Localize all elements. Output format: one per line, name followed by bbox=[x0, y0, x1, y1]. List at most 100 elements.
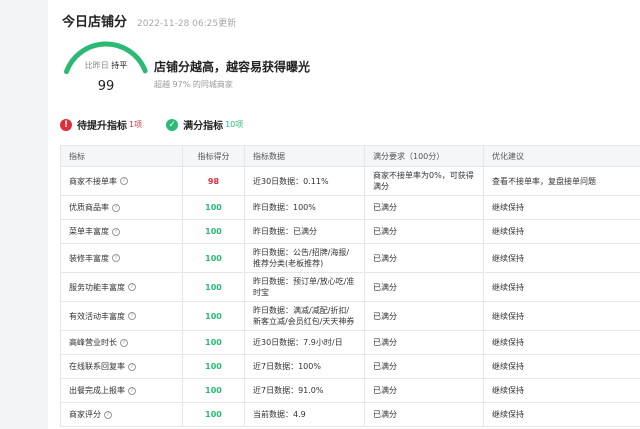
full-score-requirement: 已满分 bbox=[364, 402, 484, 427]
table-row: 高峰营业时长? 100 近30日数据：7.9小时/日 已满分 继续保持 bbox=[60, 330, 640, 355]
indicator-score: 100 bbox=[182, 243, 245, 273]
table-row: 装修丰富度? 100 昨日数据：公告/招牌/海报/推荐分类(老板推荐) 已满分 继续保持 bbox=[60, 243, 640, 273]
indicator-data: 昨日数据：已满分 bbox=[244, 219, 365, 244]
optimization-advice: 继续保持 bbox=[483, 354, 640, 379]
optimization-advice: 继续保持 bbox=[483, 402, 640, 427]
indicator-data: 近30日数据：7.9小时/日 bbox=[244, 330, 365, 355]
col-header-score: 指标得分 bbox=[182, 145, 245, 167]
indicator-data: 昨日数据：公告/招牌/海报/推荐分类(老板推荐) bbox=[244, 243, 365, 273]
indicator-data: 近30日数据：0.11% bbox=[244, 166, 365, 196]
table-row: 在线联系回复率? 100 近7日数据：100% 已满分 继续保持 bbox=[60, 354, 640, 379]
indicator-name: 装修丰富度 bbox=[69, 253, 109, 263]
col-header-advice: 优化建议 bbox=[483, 145, 640, 167]
help-icon[interactable]: ? bbox=[104, 410, 112, 419]
full-score-requirement: 商家不接单率为0%，可获得满分 bbox=[364, 166, 484, 196]
exclamation-icon: ! bbox=[60, 118, 72, 131]
full-score-requirement: 已满分 bbox=[364, 354, 484, 379]
optimization-advice: 继续保持 bbox=[483, 243, 640, 273]
full-score-requirement: 已满分 bbox=[364, 272, 484, 302]
help-icon[interactable]: ? bbox=[112, 227, 120, 236]
col-header-data: 指标数据 bbox=[244, 145, 365, 167]
help-icon[interactable]: ? bbox=[128, 283, 136, 291]
optimization-advice: 继续保持 bbox=[483, 301, 640, 331]
full-score-requirement: 已满分 bbox=[364, 330, 484, 355]
indicator-data: 近7日数据：91.0% bbox=[244, 378, 365, 403]
summary-headline: 店铺分越高，越容易获得曝光 bbox=[154, 60, 311, 74]
optimization-advice: 继续保持 bbox=[483, 219, 640, 244]
gauge-compare-prefix: 比昨日 bbox=[84, 61, 109, 70]
col-header-indicator: 指标 bbox=[60, 145, 183, 167]
help-icon[interactable]: ? bbox=[120, 177, 128, 185]
table-row: 商家不接单率? 98 近30日数据：0.11% 商家不接单率为0%，可获得满分 查看不接… bbox=[60, 166, 640, 196]
indicator-data: 昨日数据：100% bbox=[244, 195, 365, 220]
indicator-name: 在线联系回复率 bbox=[69, 362, 125, 371]
full-tag[interactable]: ✓ 满分指标 10项 bbox=[166, 117, 243, 132]
indicator-name-cell: 有效活动丰富度? bbox=[60, 301, 183, 331]
indicator-name: 商家评分 bbox=[69, 410, 101, 419]
gauge-score: 99 bbox=[97, 79, 115, 94]
indicator-score: 100 bbox=[182, 195, 245, 220]
help-icon[interactable]: ? bbox=[120, 338, 128, 347]
table-row: 有效活动丰富度? 100 昨日数据：满减/减配/折扣/新客立减/会员红包/天天神券已… bbox=[60, 301, 640, 331]
help-icon[interactable]: ? bbox=[128, 312, 136, 320]
indicator-score: 100 bbox=[182, 402, 245, 427]
indicator-name-cell: 在线联系回复率? bbox=[60, 354, 183, 379]
summary-subline: 超越 97% 的同城商家 bbox=[154, 80, 233, 89]
indicator-name-cell: 菜单丰富度? bbox=[60, 219, 183, 244]
optimization-advice: 继续保持 bbox=[483, 195, 640, 220]
indicator-data: 昨日数据：满减/减配/折扣/新客立减/会员红包/天天神券 bbox=[244, 301, 365, 331]
indicator-name: 有效活动丰富度 bbox=[69, 311, 125, 321]
indicator-score: 100 bbox=[182, 272, 245, 302]
full-score-requirement: 已满分 bbox=[364, 195, 484, 220]
improve-tag[interactable]: ! 待提升指标 1项 bbox=[60, 117, 142, 132]
full-label: 满分指标 bbox=[183, 121, 224, 132]
indicator-name-cell: 商家不接单率? bbox=[60, 166, 183, 196]
help-icon[interactable]: ? bbox=[112, 254, 120, 262]
page-title: 今日店铺分 bbox=[62, 15, 128, 30]
store-score-card: 今日店铺分 2022-11-28 06:25更新 比昨日 持平 99 店铺分越高… bbox=[48, 0, 640, 429]
full-score-requirement: 已满分 bbox=[364, 301, 484, 331]
col-header-requirement: 满分要求（100分） bbox=[364, 145, 484, 167]
table-body: 商家不接单率? 98 近30日数据：0.11% 商家不接单率为0%，可获得满分 查看不接… bbox=[60, 166, 640, 427]
indicator-score: 100 bbox=[182, 354, 245, 379]
indicator-data: 近7日数据：100% bbox=[244, 354, 365, 379]
table-row: 优质商品率? 100 昨日数据：100% 已满分 继续保持 bbox=[60, 195, 640, 220]
indicator-name-cell: 商家评分? bbox=[60, 402, 183, 427]
full-score-requirement: 已满分 bbox=[364, 219, 484, 244]
indicator-table: 指标 指标得分 指标数据 满分要求（100分） 优化建议 商家不接单率? 98 近3… bbox=[60, 145, 640, 427]
gauge-compare: 比昨日 持平 bbox=[58, 60, 154, 71]
indicator-score: 100 bbox=[182, 301, 245, 331]
optimization-advice: 继续保持 bbox=[483, 378, 640, 403]
optimization-advice: 查看不接单率，复盘接单问题 bbox=[483, 166, 640, 196]
indicator-name-cell: 出餐完成上报率? bbox=[60, 378, 183, 403]
indicator-score: 100 bbox=[182, 219, 245, 244]
improve-label: 待提升指标 bbox=[77, 121, 127, 132]
indicator-name-cell: 高峰营业时长? bbox=[60, 330, 183, 355]
help-icon[interactable]: ? bbox=[112, 203, 120, 212]
indicator-tags: ! 待提升指标 1项 ✓ 满分指标 10项 bbox=[60, 117, 267, 132]
table-row: 商家评分? 100 当前数据：4.9 已满分 继续保持 bbox=[60, 402, 640, 427]
table-row: 菜单丰富度? 100 昨日数据：已满分 已满分 继续保持 bbox=[60, 219, 640, 244]
indicator-name-cell: 服务功能丰富度? bbox=[60, 272, 183, 302]
indicator-name: 高峰营业时长 bbox=[69, 338, 117, 347]
indicator-name: 商家不接单率 bbox=[69, 176, 117, 186]
indicator-name: 出餐完成上报率 bbox=[69, 386, 125, 395]
indicator-name-cell: 优质商品率? bbox=[60, 195, 183, 220]
full-count: 10项 bbox=[225, 120, 244, 129]
table-header-row: 指标 指标得分 指标数据 满分要求（100分） 优化建议 bbox=[60, 145, 640, 167]
title-row: 今日店铺分 2022-11-28 06:25更新 bbox=[62, 11, 236, 30]
indicator-name: 优质商品率 bbox=[69, 203, 109, 212]
help-icon[interactable]: ? bbox=[128, 362, 136, 371]
indicator-score: 100 bbox=[182, 330, 245, 355]
help-icon[interactable]: ? bbox=[128, 386, 136, 395]
optimization-advice: 继续保持 bbox=[483, 272, 640, 302]
table-row: 出餐完成上报率? 100 近7日数据：91.0% 已满分 继续保持 bbox=[60, 378, 640, 403]
indicator-score: 98 bbox=[182, 166, 245, 196]
full-score-requirement: 已满分 bbox=[364, 243, 484, 273]
indicator-data: 昨日数据：预订单/放心吃/准时宝 bbox=[244, 272, 365, 302]
indicator-name-cell: 装修丰富度? bbox=[60, 243, 183, 273]
table-row: 服务功能丰富度? 100 昨日数据：预订单/放心吃/准时宝 已满分 继续保持 bbox=[60, 272, 640, 302]
update-timestamp: 2022-11-28 06:25更新 bbox=[137, 19, 237, 29]
indicator-score: 100 bbox=[182, 378, 245, 403]
indicator-data: 当前数据：4.9 bbox=[244, 402, 365, 427]
